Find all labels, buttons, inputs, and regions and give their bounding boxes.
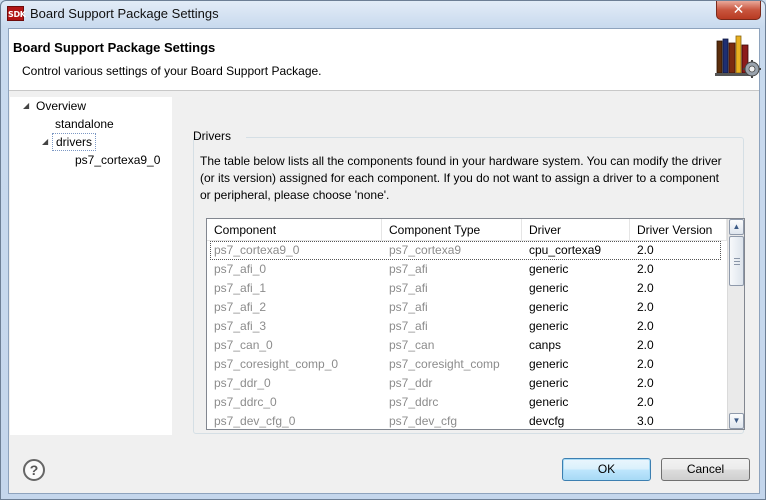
cell-component-type: ps7_afi [389, 300, 428, 314]
column-header-driver[interactable]: Driver [522, 219, 630, 241]
grip-line [734, 261, 740, 262]
column-header-component-type[interactable]: Component Type [382, 219, 522, 241]
cancel-button[interactable]: Cancel [661, 458, 750, 481]
ok-button[interactable]: OK [562, 458, 651, 481]
cell-driver-version[interactable]: 2.0 [630, 260, 727, 279]
expanded-triangle-icon[interactable]: ◢ [42, 133, 48, 151]
tree-item-label: ps7_cortexa9_0 [75, 153, 161, 167]
table-row[interactable]: ps7_afi_3 ps7_afi generic 2.0 [207, 317, 727, 336]
tree-item-ps7-cortexa9-0[interactable]: ps7_cortexa9_0 [75, 151, 160, 169]
cell-component-type: ps7_ddr [389, 376, 433, 390]
cell-component-type: ps7_afi [389, 281, 428, 295]
title-bar[interactable]: SDK Board Support Package Settings ✕ [1, 1, 765, 27]
cell-driver[interactable]: cpu_cortexa9 [522, 241, 630, 260]
scrollbar-thumb[interactable] [729, 236, 744, 286]
cell-driver-version[interactable]: 2.0 [630, 393, 727, 412]
drivers-table[interactable]: Component Component Type Driver Driver V… [206, 218, 745, 430]
dialog-header: Board Support Package Settings Control v… [9, 29, 761, 91]
table-row[interactable]: ps7_can_0 ps7_can canps 2.0 [207, 336, 727, 355]
column-header-driver-version[interactable]: Driver Version [630, 219, 727, 241]
cell-component: ps7_afi_0 [214, 262, 267, 276]
close-button[interactable]: ✕ [716, 1, 761, 20]
cell-component-type: ps7_afi [389, 262, 428, 276]
cell-driver[interactable]: devcfg [522, 412, 630, 429]
cell-component: ps7_can_0 [214, 338, 273, 352]
cell-component: ps7_cortexa9_0 [214, 243, 300, 257]
dialog-window: SDK Board Support Package Settings ✕ Boa… [0, 0, 766, 500]
table-row[interactable]: ps7_afi_0 ps7_afi generic 2.0 [207, 260, 727, 279]
bsp-books-icon [715, 35, 761, 78]
cell-component: ps7_afi_2 [214, 300, 267, 314]
cell-driver[interactable]: generic [522, 298, 630, 317]
cell-driver-version[interactable]: 2.0 [630, 241, 727, 260]
cell-component-type: ps7_dev_cfg [389, 414, 458, 428]
header-description: Control various settings of your Board S… [22, 64, 322, 78]
cell-component: ps7_afi_3 [214, 319, 267, 333]
drivers-group-label: Drivers [193, 129, 231, 143]
table-row[interactable]: ps7_dev_cfg_0 ps7_dev_cfg devcfg 3.0 [207, 412, 727, 429]
cell-driver[interactable]: canps [522, 336, 630, 355]
cell-component: ps7_ddr_0 [214, 376, 271, 390]
table-scrollbar[interactable]: ▲ ▼ [727, 219, 744, 429]
header-title: Board Support Package Settings [13, 40, 216, 55]
table-row[interactable]: ps7_coresight_comp_0 ps7_coresight_comp ge… [207, 355, 727, 374]
cell-component-type: ps7_can [389, 338, 435, 352]
cell-component: ps7_dev_cfg_0 [214, 414, 296, 428]
cell-driver[interactable]: generic [522, 279, 630, 298]
table-row[interactable]: ps7_ddr_0 ps7_ddr generic 2.0 [207, 374, 727, 393]
scroll-down-arrow-icon[interactable]: ▼ [729, 413, 744, 429]
table-row[interactable]: ps7_ddrc_0 ps7_ddrc generic 2.0 [207, 393, 727, 412]
cell-component-type: ps7_cortexa9 [389, 243, 462, 257]
cell-component-type: ps7_coresight_comp [389, 357, 500, 371]
drivers-panel: Drivers The table below lists all the co… [179, 97, 759, 435]
drivers-description: The table below lists all the components… [200, 154, 722, 202]
tree-item-label: drivers [52, 133, 97, 151]
expanded-triangle-icon[interactable]: ◢ [23, 97, 29, 115]
grip-line [734, 264, 740, 265]
cell-driver-version[interactable]: 2.0 [630, 317, 727, 336]
cell-driver[interactable]: generic [522, 374, 630, 393]
cell-driver[interactable]: generic [522, 317, 630, 336]
sdk-app-icon: SDK [7, 6, 26, 21]
cell-component: ps7_afi_1 [214, 281, 267, 295]
cell-component-type: ps7_afi [389, 319, 428, 333]
cell-driver[interactable]: generic [522, 260, 630, 279]
dialog-client-area: Board Support Package Settings Control v… [8, 28, 761, 494]
grip-line [734, 258, 740, 259]
navigation-tree[interactable]: ◢ Overview standalone ◢ drivers ps7_cort… [10, 97, 172, 435]
table-row[interactable]: ps7_afi_1 ps7_afi generic 2.0 [207, 279, 727, 298]
tree-item-standalone[interactable]: standalone [55, 115, 114, 133]
cell-driver[interactable]: generic [522, 393, 630, 412]
column-header-component[interactable]: Component [207, 219, 382, 241]
tree-item-label: standalone [55, 117, 114, 131]
cell-driver-version[interactable]: 2.0 [630, 336, 727, 355]
cell-driver-version[interactable]: 3.0 [630, 412, 727, 429]
cell-component-type: ps7_ddrc [389, 395, 439, 409]
cell-component: ps7_ddrc_0 [214, 395, 277, 409]
table-header: Component Component Type Driver Driver V… [207, 219, 727, 241]
cell-driver[interactable]: generic [522, 355, 630, 374]
table-row[interactable]: ps7_cortexa9_0 ps7_cortexa9 cpu_cortexa9 2.… [207, 241, 727, 260]
tree-item-label: Overview [36, 99, 87, 113]
cell-driver-version[interactable]: 2.0 [630, 279, 727, 298]
cell-component: ps7_coresight_comp_0 [214, 357, 339, 371]
window-title: Board Support Package Settings [30, 6, 219, 21]
table-row[interactable]: ps7_afi_2 ps7_afi generic 2.0 [207, 298, 727, 317]
cell-driver-version[interactable]: 2.0 [630, 298, 727, 317]
cell-driver-version[interactable]: 2.0 [630, 374, 727, 393]
scroll-up-arrow-icon[interactable]: ▲ [729, 219, 744, 235]
cell-driver-version[interactable]: 2.0 [630, 355, 727, 374]
help-icon[interactable]: ? [23, 459, 45, 481]
